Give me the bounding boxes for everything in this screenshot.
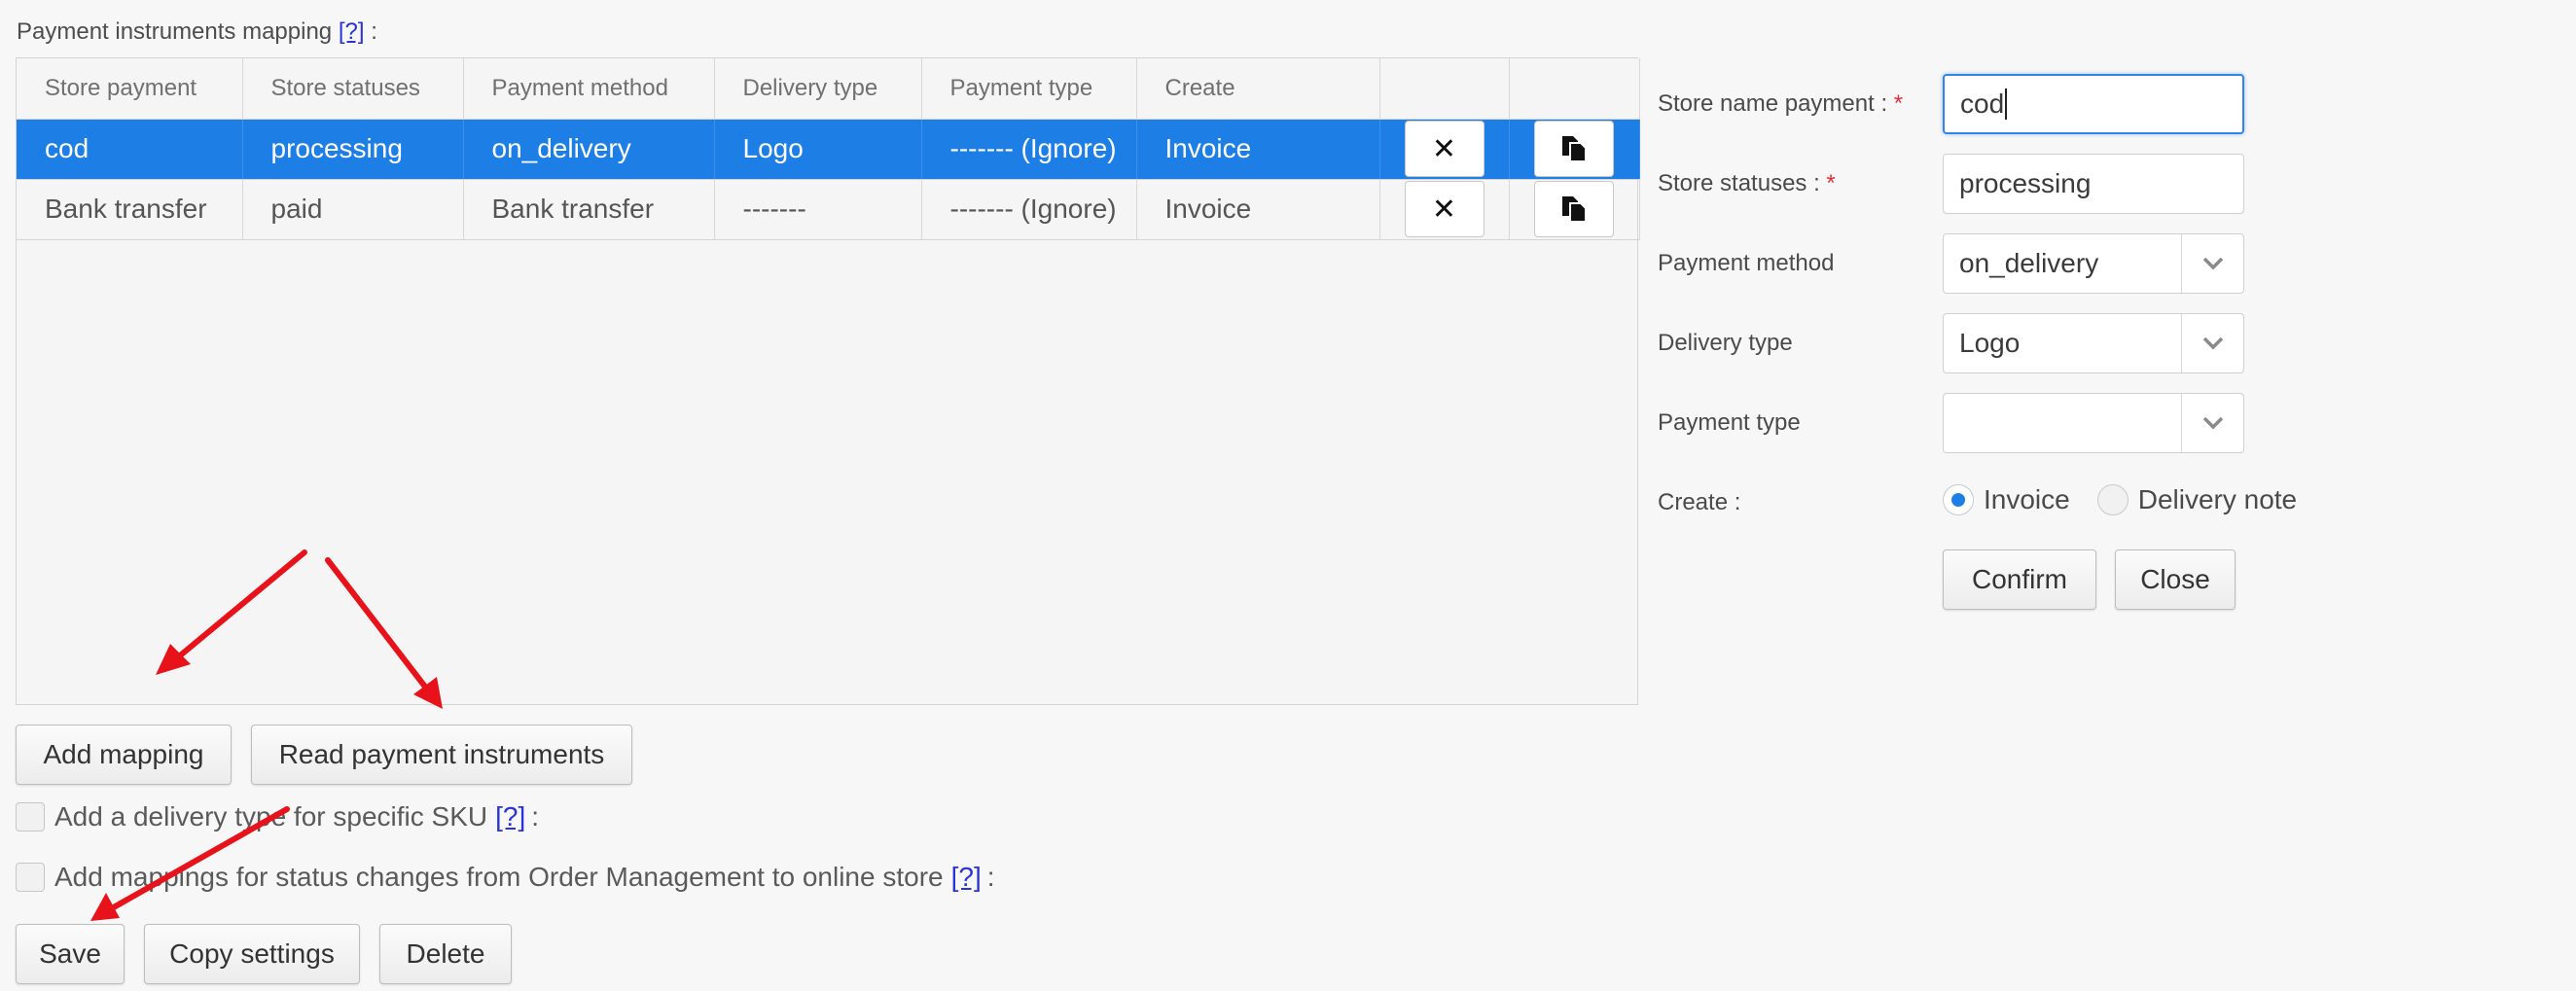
annotation-arrow-save <box>109 806 290 911</box>
annotation-arrows <box>90 549 443 921</box>
annotation-arrow-read-instruments <box>325 557 431 693</box>
annotation-arrow-add-mapping <box>170 549 307 664</box>
